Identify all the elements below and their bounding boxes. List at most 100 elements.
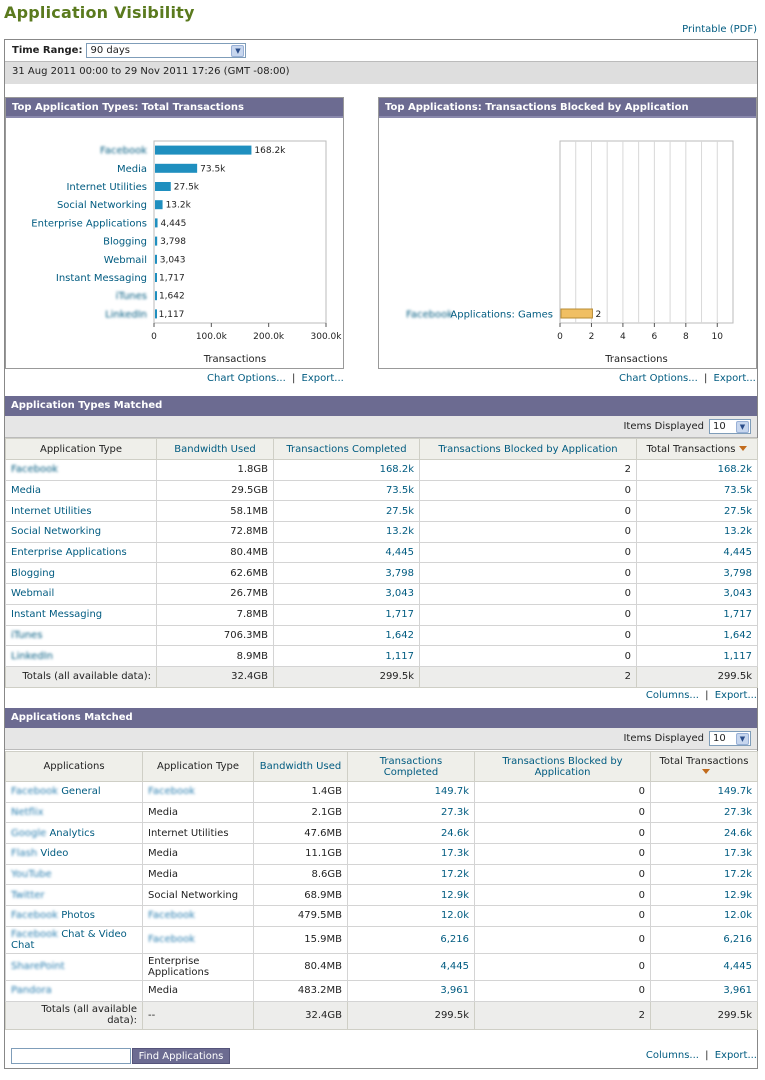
col-header-trans-completed[interactable]: Transactions Completed [273, 438, 420, 460]
tick-label: 0 [151, 332, 157, 342]
app-type-link[interactable]: Enterprise Applications [5, 541, 157, 564]
items-displayed-label: Items Displayed [623, 421, 704, 432]
col-header-total-trans[interactable]: Total Transactions [650, 751, 758, 782]
bandwidth-cell: 15.9MB [253, 925, 348, 954]
app-type-link[interactable]: Internet Utilities [5, 500, 157, 523]
trans-completed-link[interactable]: 3,798 [273, 562, 420, 585]
trans-blocked-cell: 2 [419, 459, 637, 481]
totals-cell: 32.4GB [156, 665, 274, 688]
trans-completed-link[interactable]: 1,717 [273, 603, 420, 626]
trans-completed-link[interactable]: 1,642 [273, 624, 420, 647]
application-link[interactable]: Facebook Chat & Video Chat [5, 925, 143, 954]
chart-options-link[interactable]: Chart Options... [207, 373, 286, 384]
totals-label: Totals (all available data): [5, 1000, 143, 1030]
category-label: Social Networking [57, 200, 147, 211]
app-type-link[interactable]: Instant Messaging [5, 603, 157, 626]
total-trans-link[interactable]: 12.0k [650, 905, 758, 927]
find-applications-input[interactable] [11, 1048, 131, 1064]
total-trans-link[interactable]: 24.6k [650, 822, 758, 845]
total-trans-link[interactable]: 17.2k [650, 863, 758, 886]
application-link[interactable]: Pandora [5, 979, 143, 1002]
trans-completed-link[interactable]: 6,216 [347, 925, 475, 954]
trans-completed-link[interactable]: 17.2k [347, 863, 475, 886]
total-trans-link[interactable]: 17.3k [650, 843, 758, 865]
app-type-link[interactable]: LinkedIn [5, 645, 157, 667]
table-row: Internet Utilities 58.1MB 27.5k 0 27.5k [5, 500, 758, 523]
app-type-link[interactable]: Facebook [5, 459, 157, 481]
total-trans-link[interactable]: 3,043 [636, 583, 758, 605]
trans-completed-link[interactable]: 27.3k [347, 801, 475, 824]
time-range-select[interactable]: 90 days ▼ [86, 43, 247, 58]
application-vendor: Facebook [11, 928, 58, 940]
app-type-link[interactable]: iTunes [5, 624, 157, 647]
col-header-trans-completed[interactable]: Transactions Completed [347, 751, 475, 782]
col-header-bandwidth[interactable]: Bandwidth Used [253, 751, 348, 782]
trans-completed-link[interactable]: 17.3k [347, 843, 475, 865]
col-header-trans-blocked[interactable]: Transactions Blocked by Application [474, 751, 651, 782]
app-type-link[interactable]: Social Networking [5, 521, 157, 543]
trans-completed-link[interactable]: 12.0k [347, 905, 475, 927]
columns-link[interactable]: Columns... [646, 1050, 699, 1061]
trans-completed-link[interactable]: 3,961 [347, 979, 475, 1002]
total-trans-link[interactable]: 149.7k [650, 781, 758, 803]
export-link[interactable]: Export... [715, 690, 757, 701]
trans-completed-link[interactable]: 24.6k [347, 822, 475, 845]
columns-link[interactable]: Columns... [646, 690, 699, 701]
bar [155, 218, 158, 228]
applications-table: Applications Application Type Bandwidth … [5, 751, 758, 1030]
items-displayed-select[interactable]: 10 ▼ [709, 419, 751, 434]
total-trans-link[interactable]: 1,717 [636, 603, 758, 626]
bar [155, 273, 157, 282]
application-link[interactable]: Facebook Photos [5, 905, 143, 927]
app-type-link[interactable]: Media [5, 479, 157, 502]
trans-completed-link[interactable]: 73.5k [273, 479, 420, 502]
application-link[interactable]: Facebook General [5, 781, 143, 803]
application-link[interactable]: Twitter [5, 884, 143, 907]
items-displayed-select[interactable]: 10 ▼ [709, 731, 751, 746]
plot-area [559, 140, 734, 324]
trans-completed-link[interactable]: 13.2k [273, 521, 420, 543]
app-type-link[interactable]: Blogging [5, 562, 157, 585]
trans-completed-link[interactable]: 4,445 [273, 541, 420, 564]
app-type-link[interactable]: Webmail [5, 583, 157, 605]
application-link[interactable]: YouTube [5, 863, 143, 886]
bar-value-label: 1,717 [159, 274, 185, 284]
col-header-trans-blocked[interactable]: Transactions Blocked by Application [419, 438, 637, 460]
chart-options-link[interactable]: Chart Options... [619, 373, 698, 384]
total-trans-link[interactable]: 168.2k [636, 459, 758, 481]
trans-completed-link[interactable]: 3,043 [273, 583, 420, 605]
totals-cell: 32.4GB [253, 1000, 348, 1030]
application-vendor: Netflix [11, 807, 44, 819]
trans-completed-link[interactable]: 1,117 [273, 645, 420, 667]
trans-completed-link[interactable]: 12.9k [347, 884, 475, 907]
chart-export-link[interactable]: Export... [302, 373, 344, 384]
total-trans-link[interactable]: 4,445 [650, 952, 758, 981]
total-trans-link[interactable]: 6,216 [650, 925, 758, 954]
total-trans-link[interactable]: 12.9k [650, 884, 758, 907]
application-link[interactable]: SharePoint [5, 952, 143, 981]
trans-completed-link[interactable]: 27.5k [273, 500, 420, 523]
tick-label: 2 [589, 332, 595, 342]
total-trans-link[interactable]: 1,642 [636, 624, 758, 647]
total-trans-link[interactable]: 4,445 [636, 541, 758, 564]
trans-blocked-cell: 0 [419, 479, 637, 502]
application-link[interactable]: Flash Video [5, 843, 143, 865]
total-trans-link[interactable]: 73.5k [636, 479, 758, 502]
total-trans-link[interactable]: 27.5k [636, 500, 758, 523]
printable-pdf-link[interactable]: Printable (PDF) [682, 24, 757, 35]
find-applications-button[interactable]: Find Applications [132, 1048, 230, 1064]
trans-completed-link[interactable]: 149.7k [347, 781, 475, 803]
trans-completed-link[interactable]: 168.2k [273, 459, 420, 481]
trans-completed-link[interactable]: 4,445 [347, 952, 475, 981]
total-trans-link[interactable]: 3,798 [636, 562, 758, 585]
application-link[interactable]: Google Analytics [5, 822, 143, 845]
total-trans-link[interactable]: 27.3k [650, 801, 758, 824]
col-header-bandwidth[interactable]: Bandwidth Used [156, 438, 274, 460]
col-header-total-trans[interactable]: Total Transactions [636, 438, 758, 460]
application-link[interactable]: Netflix [5, 801, 143, 824]
export-link[interactable]: Export... [715, 1050, 757, 1061]
total-trans-link[interactable]: 3,961 [650, 979, 758, 1002]
total-trans-link[interactable]: 1,117 [636, 645, 758, 667]
chart-export-link[interactable]: Export... [714, 373, 756, 384]
total-trans-link[interactable]: 13.2k [636, 521, 758, 543]
